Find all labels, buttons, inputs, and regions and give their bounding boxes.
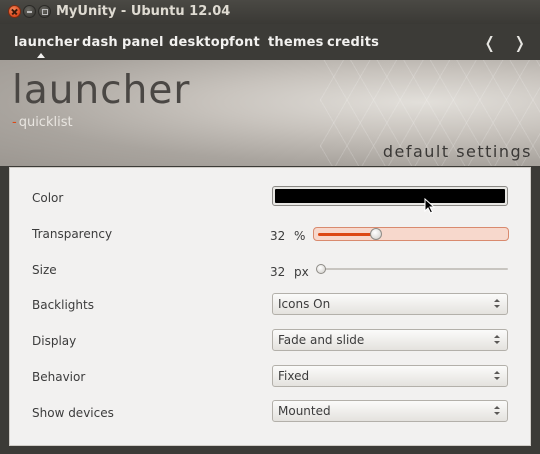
behavior-select[interactable]: Fixed [272,365,508,387]
page-title: launcher [12,68,191,113]
nav-tab-font[interactable]: font [229,35,260,50]
color-picker-button[interactable] [272,186,508,206]
nav-tab-panel[interactable]: panel [122,35,164,50]
default-settings-link[interactable]: default settings [383,142,532,161]
page-header: launcher - quicklist default settings [0,60,540,166]
size-slider-track [320,268,508,270]
window-title: MyUnity - Ubuntu 12.04 [56,4,231,19]
title-bar[interactable]: MyUnity - Ubuntu 12.04 [0,0,540,24]
transparency-slider-fill [318,233,378,236]
quicklist-label: quicklist [18,115,73,130]
transparency-slider-handle[interactable] [370,228,382,240]
settings-panel: Color Transparency 32 % Size 32 px Backl… [9,167,531,446]
mouse-pointer-icon [424,198,436,214]
transparency-value: 32 [270,229,286,243]
nav-tab-credits[interactable]: credits [327,35,379,50]
show-devices-select[interactable]: Mounted [272,400,508,422]
size-value: 32 [270,265,286,279]
subtitle-dash: - [12,115,17,130]
quicklist-link[interactable]: - quicklist [12,115,73,130]
color-swatch [275,189,505,203]
color-label: Color [32,191,64,205]
nav-prev-arrow-icon[interactable]: ❬ [483,33,496,52]
select-arrows-icon [494,404,500,417]
size-slider-handle[interactable] [316,264,326,274]
display-label: Display [32,334,77,348]
select-arrows-icon [494,369,500,382]
transparency-unit: % [294,229,306,243]
select-arrows-icon [494,297,500,310]
backlights-selected-value: Icons On [278,297,331,311]
display-selected-value: Fade and slide [278,333,365,347]
maximize-window-button[interactable] [38,5,51,18]
nav-bar: launcher dash panel desktop font themes … [0,24,540,60]
nav-tab-themes[interactable]: themes [268,35,324,50]
behavior-label: Behavior [32,370,86,384]
size-slider[interactable] [316,264,508,274]
backlights-label: Backlights [32,298,94,312]
nav-next-arrow-icon[interactable]: ❭ [513,33,526,52]
select-arrows-icon [494,333,500,346]
display-select[interactable]: Fade and slide [272,329,508,351]
minimize-window-button[interactable] [23,5,36,18]
show-devices-selected-value: Mounted [278,404,331,418]
myunity-window: MyUnity - Ubuntu 12.04 launcher dash pan… [0,0,540,454]
behavior-selected-value: Fixed [278,369,310,383]
nav-tab-launcher[interactable]: launcher [14,35,80,50]
nav-tab-dash[interactable]: dash [82,35,118,50]
transparency-label: Transparency [32,227,113,241]
backlights-select[interactable]: Icons On [272,293,508,315]
active-tab-indicator-icon [37,53,45,58]
nav-tab-desktop[interactable]: desktop [169,35,229,50]
size-unit: px [294,265,309,279]
size-label: Size [32,263,57,277]
show-devices-label: Show devices [32,406,114,420]
close-window-button[interactable] [8,5,21,18]
transparency-slider[interactable] [313,227,509,241]
